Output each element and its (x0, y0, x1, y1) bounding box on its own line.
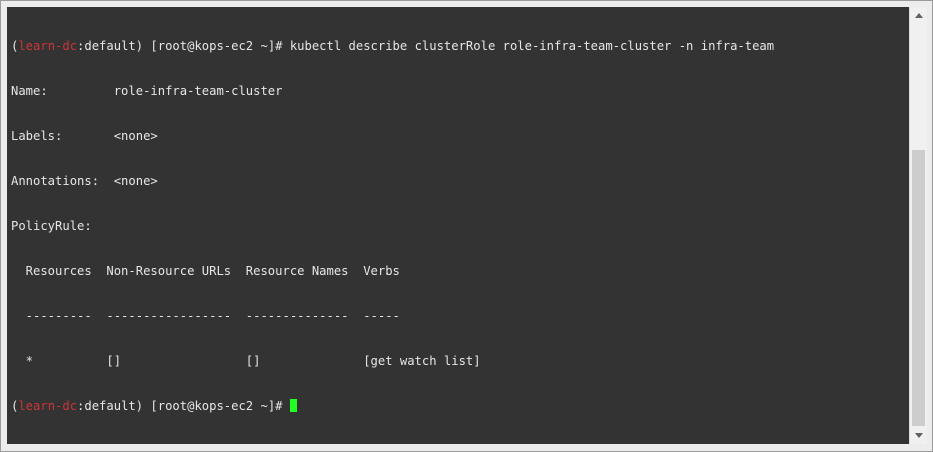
triangle-up-icon (914, 13, 923, 18)
prompt-line: (learn-dc:default) [root@kops-ec2 ~]# (11, 399, 774, 414)
scroll-up-button[interactable] (910, 7, 927, 24)
scroll-down-button[interactable] (910, 427, 927, 444)
output-line-labels: Labels: <none> (11, 129, 158, 143)
prompt-context: learn-dc (18, 399, 78, 413)
text-cursor[interactable] (289, 399, 297, 412)
terminal-lines: (learn-dc:default) [root@kops-ec2 ~]# ku… (11, 9, 774, 444)
terminal-window: (learn-dc:default) [root@kops-ec2 ~]# ku… (0, 0, 933, 452)
output-line-annotations: Annotations: <none> (11, 174, 158, 188)
prompt-text: :default) [root@kops-ec2 ~]# (77, 399, 290, 413)
scrollbar-thumb[interactable] (912, 150, 925, 426)
command-line: (learn-dc:default) [root@kops-ec2 ~]# ku… (11, 39, 774, 54)
vertical-scrollbar[interactable] (909, 7, 927, 444)
table-header: Resources Non-Resource URLs Resource Nam… (11, 264, 400, 278)
table-separator: --------- ----------------- ------------… (11, 309, 400, 323)
prompt-context: learn-dc (18, 39, 78, 53)
output-line-policyrule: PolicyRule: (11, 219, 92, 233)
triangle-down-icon (914, 433, 923, 438)
output-line-name: Name: role-infra-team-cluster (11, 84, 283, 98)
terminal-output[interactable]: (learn-dc:default) [root@kops-ec2 ~]# ku… (7, 7, 909, 444)
table-row: * [] [] [get watch list] (11, 354, 481, 368)
prompt-and-command: :default) [root@kops-ec2 ~]# kubectl des… (77, 39, 775, 53)
